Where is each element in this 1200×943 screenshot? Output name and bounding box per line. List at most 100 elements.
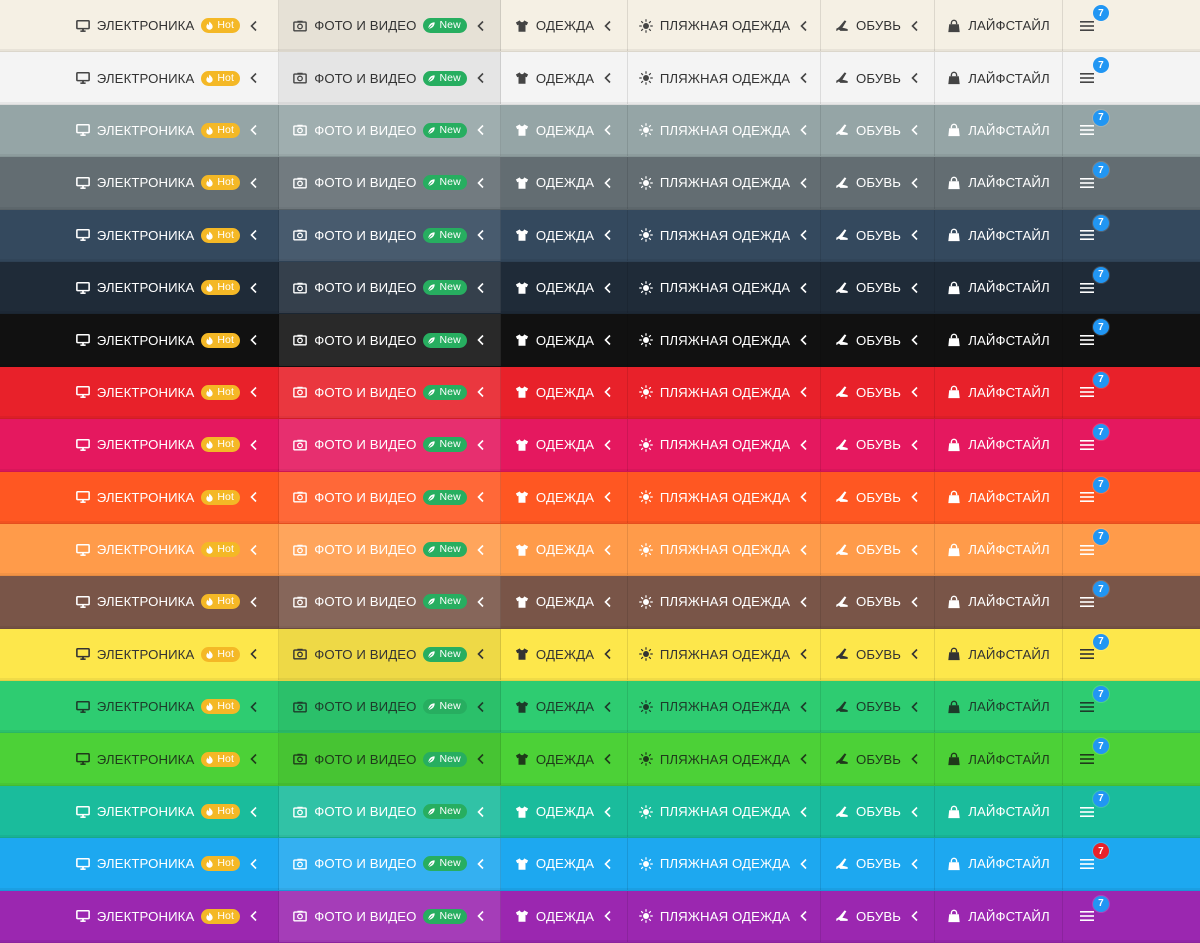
hamburger-button[interactable]: 7 [1063,367,1200,418]
menu-item-laifstail[interactable]: ЛАЙФСТАЙЛ [935,523,1063,576]
menu-item-elektronika[interactable]: ЭЛЕКТРОНИКА Hot [0,733,279,785]
menu-item-plyazhnaya-odezhda[interactable]: ПЛЯЖНАЯ ОДЕЖДА [628,733,821,785]
menu-item-elektronika[interactable]: ЭЛЕКТРОНИКА Hot [0,890,279,942]
menu-item-elektronika[interactable]: ЭЛЕКТРОНИКА Hot [0,104,279,157]
menu-item-elektronika[interactable]: ЭЛЕКТРОНИКА Hot [0,681,279,733]
menu-item-plyazhnaya-odezhda[interactable]: ПЛЯЖНАЯ ОДЕЖДА [628,523,821,576]
menu-item-obuv[interactable]: ОБУВЬ [821,0,935,52]
menu-item-foto-i-video[interactable]: ФОТО И ВИДЕО New [279,366,501,419]
menu-item-elektronika[interactable]: ЭЛЕКТРОНИКА Hot [0,785,279,838]
menu-item-plyazhnaya-odezhda[interactable]: ПЛЯЖНАЯ ОДЕЖДА [628,104,821,157]
menu-item-obuv[interactable]: ОБУВЬ [821,576,935,628]
hamburger-button[interactable]: 7 [1063,576,1200,627]
menu-item-odezhda[interactable]: ОДЕЖДА [501,261,628,314]
menu-item-laifstail[interactable]: ЛАЙФСТАЙЛ [935,104,1063,157]
menu-item-laifstail[interactable]: ЛАЙФСТАЙЛ [935,419,1063,471]
menu-item-laifstail[interactable]: ЛАЙФСТАЙЛ [935,890,1063,942]
menu-item-odezhda[interactable]: ОДЕЖДА [501,0,628,52]
hamburger-button[interactable]: 7 [1063,629,1200,680]
menu-item-obuv[interactable]: ОБУВЬ [821,157,935,209]
menu-item-plyazhnaya-odezhda[interactable]: ПЛЯЖНАЯ ОДЕЖДА [628,209,821,261]
menu-item-obuv[interactable]: ОБУВЬ [821,681,935,733]
menu-item-odezhda[interactable]: ОДЕЖДА [501,52,628,104]
menu-item-elektronika[interactable]: ЭЛЕКТРОНИКА Hot [0,471,279,523]
menu-item-foto-i-video[interactable]: ФОТО И ВИДЕО New [279,838,501,890]
menu-item-foto-i-video[interactable]: ФОТО И ВИДЕО New [279,261,501,314]
menu-item-obuv[interactable]: ОБУВЬ [821,419,935,471]
menu-item-obuv[interactable]: ОБУВЬ [821,471,935,523]
menu-item-obuv[interactable]: ОБУВЬ [821,366,935,419]
hamburger-button[interactable]: 7 [1063,524,1200,575]
menu-item-odezhda[interactable]: ОДЕЖДА [501,890,628,942]
hamburger-button[interactable]: 7 [1063,210,1200,261]
menu-item-odezhda[interactable]: ОДЕЖДА [501,681,628,733]
menu-item-odezhda[interactable]: ОДЕЖДА [501,209,628,261]
menu-item-laifstail[interactable]: ЛАЙФСТАЙЛ [935,785,1063,838]
hamburger-button[interactable]: 7 [1063,472,1200,523]
menu-item-plyazhnaya-odezhda[interactable]: ПЛЯЖНАЯ ОДЕЖДА [628,838,821,890]
hamburger-button[interactable]: 7 [1063,891,1200,942]
menu-item-foto-i-video[interactable]: ФОТО И ВИДЕО New [279,209,501,261]
menu-item-laifstail[interactable]: ЛАЙФСТАЙЛ [935,314,1063,366]
menu-item-elektronika[interactable]: ЭЛЕКТРОНИКА Hot [0,52,279,104]
menu-item-foto-i-video[interactable]: ФОТО И ВИДЕО New [279,576,501,628]
menu-item-plyazhnaya-odezhda[interactable]: ПЛЯЖНАЯ ОДЕЖДА [628,785,821,838]
menu-item-obuv[interactable]: ОБУВЬ [821,314,935,366]
hamburger-button[interactable]: 7 [1063,733,1200,784]
menu-item-laifstail[interactable]: ЛАЙФСТАЙЛ [935,366,1063,419]
menu-item-obuv[interactable]: ОБУВЬ [821,838,935,890]
menu-item-elektronika[interactable]: ЭЛЕКТРОНИКА Hot [0,209,279,261]
menu-item-obuv[interactable]: ОБУВЬ [821,628,935,681]
menu-item-obuv[interactable]: ОБУВЬ [821,733,935,785]
menu-item-obuv[interactable]: ОБУВЬ [821,209,935,261]
menu-item-plyazhnaya-odezhda[interactable]: ПЛЯЖНАЯ ОДЕЖДА [628,366,821,419]
menu-item-plyazhnaya-odezhda[interactable]: ПЛЯЖНАЯ ОДЕЖДА [628,157,821,209]
menu-item-odezhda[interactable]: ОДЕЖДА [501,419,628,471]
hamburger-button[interactable]: 7 [1063,0,1200,51]
menu-item-elektronika[interactable]: ЭЛЕКТРОНИКА Hot [0,314,279,366]
menu-item-foto-i-video[interactable]: ФОТО И ВИДЕО New [279,471,501,523]
menu-item-obuv[interactable]: ОБУВЬ [821,890,935,942]
menu-item-foto-i-video[interactable]: ФОТО И ВИДЕО New [279,628,501,681]
menu-item-plyazhnaya-odezhda[interactable]: ПЛЯЖНАЯ ОДЕЖДА [628,261,821,314]
menu-item-laifstail[interactable]: ЛАЙФСТАЙЛ [935,52,1063,104]
menu-item-plyazhnaya-odezhda[interactable]: ПЛЯЖНАЯ ОДЕЖДА [628,471,821,523]
menu-item-odezhda[interactable]: ОДЕЖДА [501,523,628,576]
menu-item-obuv[interactable]: ОБУВЬ [821,261,935,314]
menu-item-odezhda[interactable]: ОДЕЖДА [501,314,628,366]
menu-item-obuv[interactable]: ОБУВЬ [821,785,935,838]
hamburger-button[interactable]: 7 [1063,52,1200,103]
menu-item-foto-i-video[interactable]: ФОТО И ВИДЕО New [279,419,501,471]
menu-item-odezhda[interactable]: ОДЕЖДА [501,733,628,785]
menu-item-laifstail[interactable]: ЛАЙФСТАЙЛ [935,681,1063,733]
menu-item-foto-i-video[interactable]: ФОТО И ВИДЕО New [279,890,501,942]
menu-item-laifstail[interactable]: ЛАЙФСТАЙЛ [935,838,1063,890]
menu-item-plyazhnaya-odezhda[interactable]: ПЛЯЖНАЯ ОДЕЖДА [628,681,821,733]
menu-item-odezhda[interactable]: ОДЕЖДА [501,576,628,628]
menu-item-plyazhnaya-odezhda[interactable]: ПЛЯЖНАЯ ОДЕЖДА [628,419,821,471]
menu-item-laifstail[interactable]: ЛАЙФСТАЙЛ [935,0,1063,52]
hamburger-button[interactable]: 7 [1063,262,1200,313]
menu-item-laifstail[interactable]: ЛАЙФСТАЙЛ [935,157,1063,209]
menu-item-foto-i-video[interactable]: ФОТО И ВИДЕО New [279,0,501,52]
menu-item-foto-i-video[interactable]: ФОТО И ВИДЕО New [279,314,501,366]
menu-item-obuv[interactable]: ОБУВЬ [821,104,935,157]
menu-item-obuv[interactable]: ОБУВЬ [821,52,935,104]
menu-item-plyazhnaya-odezhda[interactable]: ПЛЯЖНАЯ ОДЕЖДА [628,314,821,366]
menu-item-elektronika[interactable]: ЭЛЕКТРОНИКА Hot [0,157,279,209]
hamburger-button[interactable]: 7 [1063,157,1200,208]
hamburger-button[interactable]: 7 [1063,786,1200,837]
menu-item-elektronika[interactable]: ЭЛЕКТРОНИКА Hot [0,419,279,471]
menu-item-plyazhnaya-odezhda[interactable]: ПЛЯЖНАЯ ОДЕЖДА [628,52,821,104]
menu-item-plyazhnaya-odezhda[interactable]: ПЛЯЖНАЯ ОДЕЖДА [628,890,821,942]
menu-item-elektronika[interactable]: ЭЛЕКТРОНИКА Hot [0,628,279,681]
menu-item-elektronika[interactable]: ЭЛЕКТРОНИКА Hot [0,523,279,576]
menu-item-plyazhnaya-odezhda[interactable]: ПЛЯЖНАЯ ОДЕЖДА [628,576,821,628]
menu-item-laifstail[interactable]: ЛАЙФСТАЙЛ [935,471,1063,523]
hamburger-button[interactable]: 7 [1063,838,1200,889]
menu-item-odezhda[interactable]: ОДЕЖДА [501,838,628,890]
menu-item-odezhda[interactable]: ОДЕЖДА [501,628,628,681]
menu-item-odezhda[interactable]: ОДЕЖДА [501,366,628,419]
menu-item-foto-i-video[interactable]: ФОТО И ВИДЕО New [279,733,501,785]
hamburger-button[interactable]: 7 [1063,314,1200,365]
